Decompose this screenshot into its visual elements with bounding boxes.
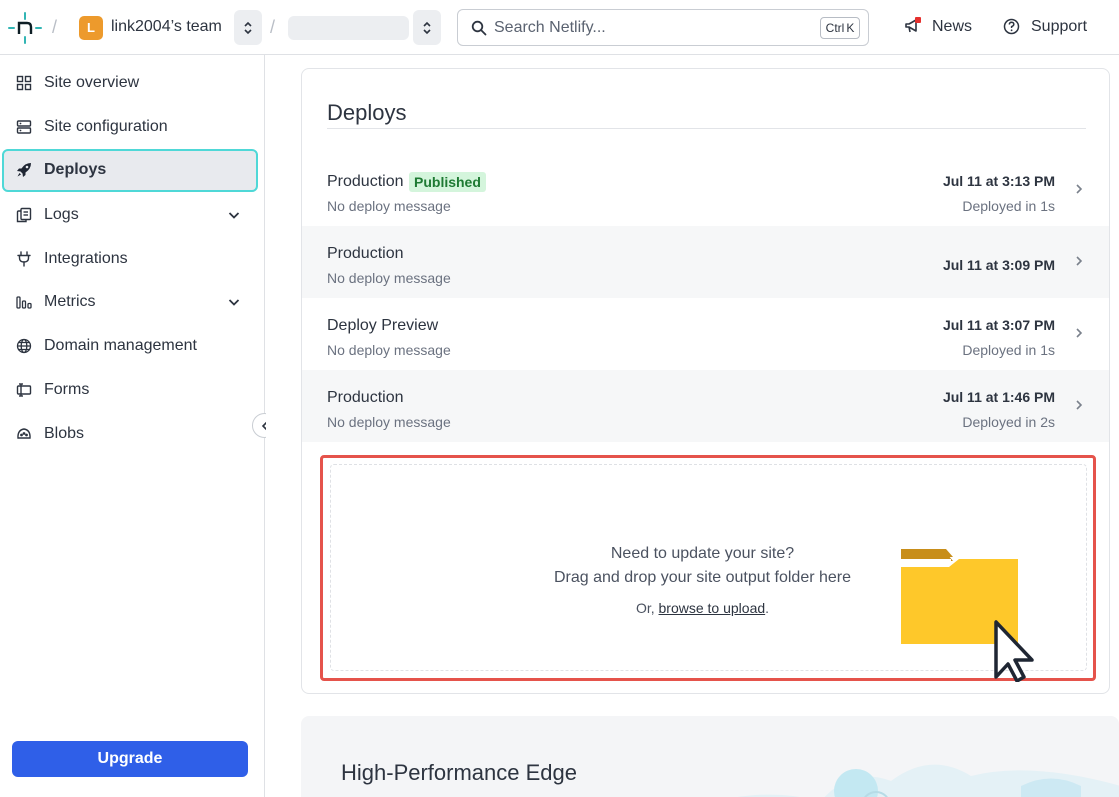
search-shortcut-badge: Ctrl K — [820, 17, 860, 39]
deploy-duration: Deployed in 1s — [962, 342, 1055, 358]
chevron-down-icon[interactable] — [227, 208, 241, 222]
chevron-right-icon — [1076, 184, 1083, 194]
upload-dropzone[interactable]: Need to update your site? Drag and drop … — [320, 455, 1096, 682]
sidebar-item-site-overview[interactable]: Site overview — [2, 62, 258, 104]
bar-chart-icon — [16, 296, 32, 309]
sidebar-item-label: Integrations — [44, 250, 128, 267]
deploy-title: Deploy Preview — [327, 317, 439, 334]
sidebar-item-metrics[interactable]: Metrics — [2, 281, 258, 323]
deploy-title: Production — [327, 173, 404, 190]
deploy-time: Jul 11 at 3:09 PM — [942, 257, 1055, 273]
sidebar-item-label: Metrics — [44, 293, 96, 310]
netlify-logo-icon[interactable] — [8, 11, 42, 45]
logs-icon — [16, 207, 32, 223]
deploy-time: Jul 11 at 3:13 PM — [942, 173, 1055, 189]
grid-icon — [16, 75, 32, 91]
sidebar-item-label: Deploys — [44, 161, 107, 178]
deploy-duration: Deployed in 2s — [962, 414, 1055, 430]
decorative-illustration — [738, 764, 1119, 797]
page-title: Deploys — [327, 100, 407, 125]
sidebar-item-site-configuration[interactable]: Site configuration — [2, 106, 258, 148]
divider — [327, 128, 1086, 129]
sidebar-item-integrations[interactable]: Integrations — [2, 238, 258, 280]
sidebar-item-forms[interactable]: Forms — [2, 369, 258, 411]
globe-icon — [16, 338, 32, 354]
site-switcher-button[interactable] — [413, 10, 441, 45]
browse-to-upload-link[interactable]: browse to upload — [659, 600, 766, 616]
sidebar-item-label: Logs — [44, 206, 79, 223]
chevron-down-icon[interactable] — [227, 295, 241, 309]
deploy-row[interactable]: Production Published No deploy message J… — [302, 154, 1109, 226]
sidebar-item-domain-management[interactable]: Domain management — [2, 325, 258, 367]
search-placeholder: Search Netlify... — [494, 19, 606, 36]
server-icon — [16, 120, 32, 134]
team-switcher-button[interactable] — [234, 10, 262, 45]
search-input[interactable]: Search Netlify... Ctrl K — [457, 9, 869, 46]
breadcrumb-separator: / — [270, 17, 276, 37]
chevron-right-icon — [1076, 400, 1083, 410]
status-badge: Published — [409, 172, 486, 192]
folder-drag-icon — [901, 549, 1034, 682]
browse-suffix: . — [765, 600, 770, 616]
sidebar-item-label: Blobs — [44, 425, 85, 442]
sidebar-item-label: Site configuration — [44, 118, 168, 135]
help-circle-icon[interactable] — [1003, 18, 1020, 35]
deploy-row[interactable]: Deploy Preview No deploy message Jul 11 … — [302, 298, 1109, 370]
chevron-up-down-icon — [423, 21, 431, 34]
edge-promo-card: High-Performance Edge — [301, 716, 1119, 797]
deploy-time: Jul 11 at 3:07 PM — [942, 317, 1055, 333]
deploys-card: Deploys Production Published No deploy m… — [301, 68, 1110, 694]
plug-icon — [17, 251, 31, 267]
support-link[interactable]: Support — [1031, 18, 1087, 36]
sidebar-item-logs[interactable]: Logs — [2, 194, 258, 236]
team-avatar[interactable]: L — [79, 16, 103, 40]
deploy-message: No deploy message — [327, 414, 451, 430]
sidebar-item-blobs[interactable]: Blobs — [2, 413, 258, 455]
chevron-right-icon — [1076, 256, 1083, 266]
sidebar-item-label: Domain management — [44, 337, 197, 354]
deploy-message: No deploy message — [327, 270, 451, 286]
chevron-right-icon — [1076, 328, 1083, 338]
rocket-icon — [17, 163, 31, 177]
team-name[interactable]: link2004’s team — [111, 18, 222, 36]
dropzone-dashed-area[interactable]: Need to update your site? Drag and drop … — [330, 464, 1087, 682]
deploy-message: No deploy message — [327, 198, 451, 214]
deploy-duration: Deployed in 1s — [962, 198, 1055, 214]
top-bar: / L link2004’s team / Search Netlify... … — [0, 0, 1119, 55]
blob-icon — [17, 428, 31, 439]
deploy-message: No deploy message — [327, 342, 451, 358]
deploy-title: Production — [327, 389, 404, 406]
sidebar-item-deploys[interactable]: Deploys — [2, 149, 258, 192]
site-name-placeholder[interactable] — [288, 16, 409, 40]
search-icon — [471, 20, 487, 36]
news-link[interactable]: News — [932, 18, 972, 36]
breadcrumb-separator: / — [52, 17, 58, 37]
megaphone-icon[interactable] — [903, 16, 923, 36]
sidebar-item-label: Forms — [44, 381, 90, 398]
browse-prefix: Or, — [635, 600, 659, 616]
deploy-title: Production — [327, 245, 404, 262]
sidebar: Site overview Site configuration Deploys… — [0, 55, 265, 797]
form-icon — [16, 383, 32, 397]
sidebar-item-label: Site overview — [44, 74, 140, 91]
upgrade-button[interactable]: Upgrade — [12, 741, 248, 777]
deploy-row[interactable]: Production No deploy message Jul 11 at 3… — [302, 226, 1109, 298]
edge-promo-title: High-Performance Edge — [341, 760, 578, 785]
deploy-time: Jul 11 at 1:46 PM — [942, 389, 1055, 405]
chevron-up-down-icon — [244, 21, 252, 34]
deploy-row[interactable]: Production No deploy message Jul 11 at 1… — [302, 370, 1109, 442]
main-content: Deploys Production Published No deploy m… — [266, 55, 1119, 797]
